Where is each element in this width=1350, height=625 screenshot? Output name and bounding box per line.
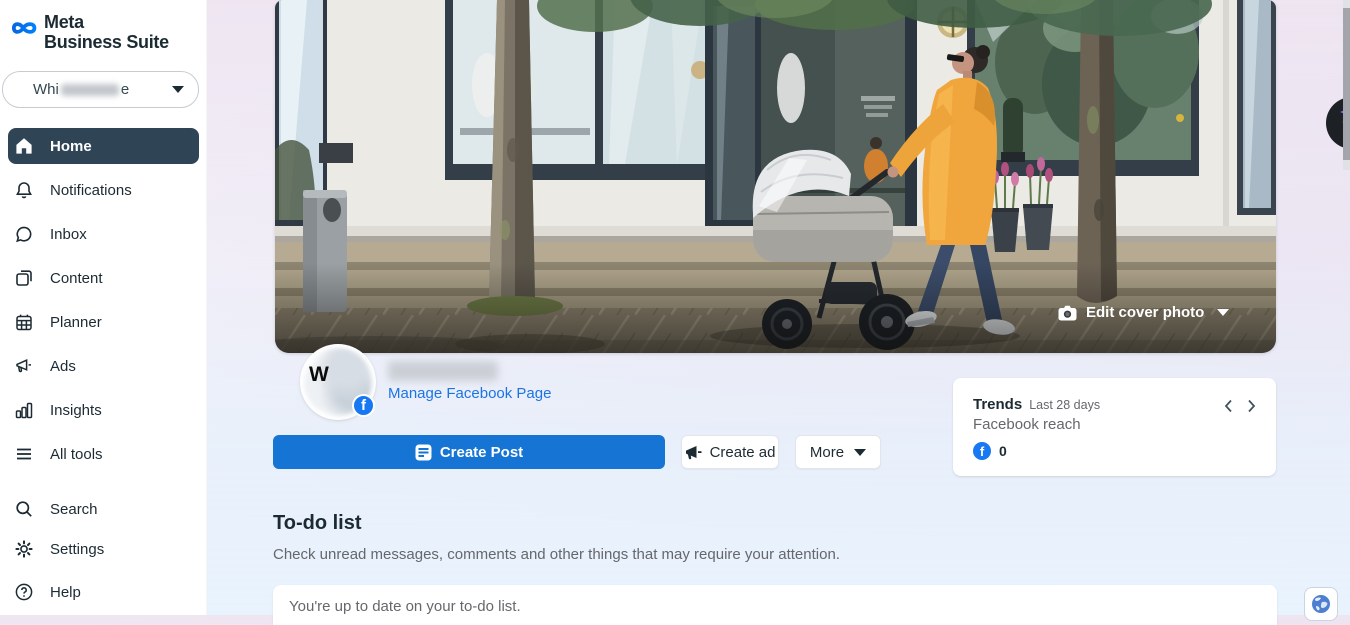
sidebar-item-label: All tools: [50, 446, 103, 463]
megaphone-icon: [685, 445, 702, 460]
chevron-down-icon: [854, 449, 866, 456]
sidebar-item-ads[interactable]: Ads: [8, 348, 199, 384]
sidebar-item-insights[interactable]: Insights: [8, 392, 199, 428]
gear-icon: [14, 539, 34, 559]
more-label: More: [810, 444, 844, 461]
trends-metric-label: Facebook reach: [973, 416, 1256, 433]
search-icon: [14, 499, 34, 519]
sidebar-item-label: Notifications: [50, 182, 132, 199]
calendar-icon: [14, 312, 34, 332]
trends-header: Trends Last 28 days: [973, 396, 1256, 413]
sidebar-item-label: Planner: [50, 314, 102, 331]
sidebar-item-label: Home: [50, 138, 92, 155]
help-icon: [14, 582, 34, 602]
avatar-letter: W: [309, 363, 329, 387]
page-name-blurred: [388, 361, 498, 381]
trends-card: Trends Last 28 days Facebook reach f 0: [953, 378, 1276, 476]
sidebar-item-label: Help: [50, 584, 81, 601]
sidebar-item-search[interactable]: Search: [8, 491, 199, 527]
meta-infinity-icon: [8, 16, 42, 40]
create-ad-button[interactable]: Create ad: [681, 435, 779, 469]
sidebar-item-help[interactable]: Help: [8, 574, 199, 610]
logo-line-2: Business Suite: [44, 32, 169, 52]
create-ad-label: Create ad: [710, 444, 776, 461]
trends-next-button[interactable]: [1244, 398, 1258, 414]
scrollbar-thumb[interactable]: [1343, 8, 1350, 160]
create-post-button[interactable]: Create Post: [273, 435, 665, 469]
sidebar-item-content[interactable]: Content: [8, 260, 199, 296]
post-icon: [415, 444, 432, 461]
meta-business-suite-home: { "brand": { "line1": "Meta", "line2": "…: [0, 0, 1350, 615]
sidebar-item-inbox[interactable]: Inbox: [8, 216, 199, 252]
menu-lines-icon: [14, 444, 34, 464]
cover-photo: Edit cover photo: [275, 0, 1276, 353]
bell-icon: [14, 180, 34, 200]
chat-bubble-icon: [14, 224, 34, 244]
chevron-down-icon: [1217, 309, 1229, 316]
page-name-prefix: Whi: [33, 81, 59, 98]
page-selector-dropdown[interactable]: Whi e: [2, 71, 199, 108]
trends-period: Last 28 days: [1029, 398, 1100, 412]
sidebar-item-notifications[interactable]: Notifications: [8, 172, 199, 208]
sidebar-item-label: Settings: [50, 541, 104, 558]
logo-line-1: Meta: [44, 12, 169, 32]
globe-button[interactable]: [1304, 587, 1338, 621]
logo-text: Meta Business Suite: [44, 12, 169, 52]
sidebar-item-home[interactable]: Home: [8, 128, 199, 164]
globe-icon: [1311, 594, 1331, 614]
trends-prev-button[interactable]: [1222, 398, 1236, 414]
camera-icon: [1058, 305, 1077, 321]
trends-value: 0: [999, 443, 1007, 459]
todo-list-card: You're up to date on your to-do list.: [273, 585, 1277, 625]
page-avatar[interactable]: W f: [302, 346, 374, 418]
facebook-badge-icon: f: [352, 394, 375, 417]
edit-cover-photo-label: Edit cover photo: [1086, 304, 1204, 321]
sidebar-item-planner[interactable]: Planner: [8, 304, 199, 340]
home-icon: [14, 136, 34, 156]
todo-list-description: Check unread messages, comments and othe…: [273, 546, 840, 563]
sidebar-item-settings[interactable]: Settings: [8, 531, 199, 567]
page-name-suffix: e: [121, 81, 129, 98]
more-button[interactable]: More: [795, 435, 881, 469]
todo-list-title: To-do list: [273, 512, 362, 535]
sidebar-item-label: Ads: [50, 358, 76, 375]
megaphone-icon: [14, 356, 34, 376]
sidebar-item-label: Insights: [50, 402, 102, 419]
page-name-blur: [61, 84, 119, 96]
todo-empty-message: You're up to date on your to-do list.: [289, 598, 1261, 615]
facebook-f-icon: f: [973, 442, 991, 460]
manage-facebook-page-link[interactable]: Manage Facebook Page: [388, 385, 551, 402]
meta-business-suite-logo[interactable]: Meta Business Suite: [8, 12, 169, 52]
chevron-down-icon: [172, 86, 184, 93]
sidebar-item-label: Search: [50, 501, 98, 518]
bar-chart-icon: [14, 400, 34, 420]
sidebar: Meta Business Suite Whi e Home Notificat…: [0, 0, 207, 615]
sidebar-item-label: Inbox: [50, 226, 87, 243]
content-cards-icon: [14, 268, 34, 288]
create-post-label: Create Post: [440, 444, 523, 461]
edit-cover-photo-button[interactable]: Edit cover photo: [1058, 304, 1229, 321]
sidebar-item-all-tools[interactable]: All tools: [8, 436, 199, 472]
sidebar-item-label: Content: [50, 270, 103, 287]
trends-title: Trends: [973, 396, 1022, 413]
trends-value-row: f 0: [973, 442, 1256, 460]
